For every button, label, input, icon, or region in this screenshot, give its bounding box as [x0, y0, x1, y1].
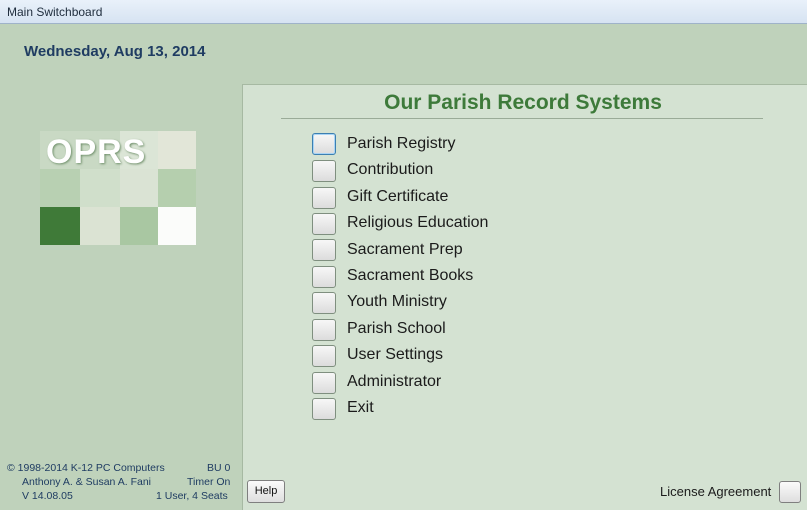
timer-status: Timer On: [187, 476, 231, 488]
religious-education-label[interactable]: Religious Education: [347, 214, 488, 232]
logo-tile: [120, 207, 158, 245]
panel-title: Our Parish Record Systems: [384, 91, 662, 114]
title-divider: [281, 118, 763, 119]
window-title: Main Switchboard: [7, 5, 103, 19]
sacrament-prep-button[interactable]: [312, 239, 336, 261]
parish-school-label[interactable]: Parish School: [347, 320, 446, 338]
user-settings-button[interactable]: [312, 345, 336, 367]
title-bar: Main Switchboard: [0, 0, 807, 24]
youth-ministry-label[interactable]: Youth Ministry: [347, 293, 447, 311]
parish-registry-button[interactable]: [312, 133, 336, 155]
logo-tile: [80, 207, 120, 245]
license-agreement-label: License Agreement: [660, 484, 772, 499]
administrator-label[interactable]: Administrator: [347, 373, 441, 391]
administrator-button[interactable]: [312, 372, 336, 394]
license-agreement-button[interactable]: [779, 481, 801, 503]
bu-status: BU 0: [207, 462, 231, 474]
logo-text: OPRS: [46, 133, 147, 171]
user-settings-label[interactable]: User Settings: [347, 346, 443, 364]
version-text: V 14.08.05: [22, 490, 73, 502]
help-button[interactable]: Help: [247, 480, 285, 503]
contribution-label[interactable]: Contribution: [347, 161, 433, 179]
current-date: Wednesday, Aug 13, 2014: [24, 43, 206, 60]
logo-tile: [158, 131, 196, 169]
religious-education-button[interactable]: [312, 213, 336, 235]
logo-tile: [40, 207, 80, 245]
authors-text: Anthony A. & Susan A. Fani: [22, 476, 151, 488]
logo-tile: [120, 169, 158, 207]
exit-label[interactable]: Exit: [347, 399, 374, 417]
sacrament-prep-label[interactable]: Sacrament Prep: [347, 241, 463, 259]
youth-ministry-button[interactable]: [312, 292, 336, 314]
parish-school-button[interactable]: [312, 319, 336, 341]
sacrament-books-label[interactable]: Sacrament Books: [347, 267, 473, 285]
oprs-logo: OPRS: [40, 131, 196, 245]
seats-status: 1 User, 4 Seats: [156, 490, 228, 502]
switchboard-panel: Our Parish Record Systems Parish Registr…: [242, 84, 807, 510]
gift-certificate-label[interactable]: Gift Certificate: [347, 188, 448, 206]
logo-tile: [158, 207, 196, 245]
contribution-button[interactable]: [312, 160, 336, 182]
logo-tile: [40, 169, 80, 207]
parish-registry-label[interactable]: Parish Registry: [347, 135, 455, 153]
sacrament-books-button[interactable]: [312, 266, 336, 288]
logo-tile: [80, 169, 120, 207]
logo-tile: [158, 169, 196, 207]
gift-certificate-button[interactable]: [312, 187, 336, 209]
copyright-text: © 1998-2014 K-12 PC Computers: [7, 462, 165, 474]
exit-button[interactable]: [312, 398, 336, 420]
